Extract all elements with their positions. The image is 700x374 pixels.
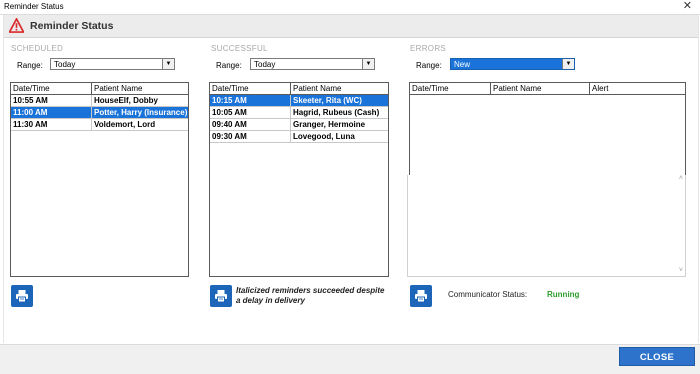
- print-successful-button[interactable]: [210, 285, 232, 307]
- column-header-datetime[interactable]: Date/Time: [13, 84, 50, 93]
- table-header: Date/Time Patient Name: [210, 83, 388, 95]
- communicator-status-label: Communicator Status:: [448, 290, 528, 299]
- window-close-icon[interactable]: ✕: [683, 0, 692, 13]
- table-row[interactable]: 11:30 AM Voldemort, Lord: [11, 119, 188, 131]
- scroll-down-icon[interactable]: ˅: [679, 267, 683, 274]
- warning-triangle-icon: [9, 18, 24, 33]
- print-scheduled-button[interactable]: [11, 285, 33, 307]
- column-header-patient[interactable]: Patient Name: [493, 84, 541, 93]
- errors-table[interactable]: Date/Time Patient Name Alert: [409, 82, 686, 176]
- scheduled-range-value: Today: [54, 60, 76, 69]
- table-row[interactable]: 09:40 AM Granger, Hermoine: [210, 119, 388, 131]
- row-time: 10:15 AM: [212, 96, 247, 105]
- row-time: 10:05 AM: [212, 108, 247, 117]
- successful-range-label: Range:: [216, 61, 242, 70]
- row-patient: Potter, Harry (Insurance): [94, 108, 188, 117]
- scheduled-range-label: Range:: [17, 61, 43, 70]
- column-header-patient[interactable]: Patient Name: [94, 84, 142, 93]
- dialog-header: Reminder Status: [4, 15, 698, 38]
- row-patient: Skeeter, Rita (WC): [293, 96, 362, 105]
- column-header-alert[interactable]: Alert: [592, 84, 608, 93]
- row-time: 09:40 AM: [212, 120, 247, 129]
- row-time: 11:30 AM: [13, 120, 48, 129]
- communicator-status-value: Running: [547, 290, 580, 299]
- table-header: Date/Time Patient Name Alert: [410, 83, 685, 95]
- printer-icon: [215, 290, 227, 303]
- scheduled-table[interactable]: Date/Time Patient Name 10:55 AM HouseElf…: [10, 82, 189, 277]
- dialog-title: Reminder Status: [30, 20, 114, 32]
- successful-range-select[interactable]: Today ▼: [250, 58, 375, 70]
- row-time: 10:55 AM: [13, 96, 48, 105]
- column-header-datetime[interactable]: Date/Time: [212, 84, 249, 93]
- chevron-down-icon[interactable]: ▼: [362, 59, 374, 69]
- column-header-datetime[interactable]: Date/Time: [412, 84, 449, 93]
- row-time: 09:30 AM: [212, 132, 247, 141]
- dialog-footer: [0, 344, 700, 374]
- errors-range-value: New: [454, 60, 471, 69]
- successful-range-value: Today: [254, 60, 276, 69]
- row-patient: HouseElf, Dobby: [94, 96, 159, 105]
- scheduled-range-select[interactable]: Today ▼: [50, 58, 175, 70]
- table-row[interactable]: 11:00 AM Potter, Harry (Insurance): [11, 107, 188, 119]
- print-errors-button[interactable]: [410, 285, 432, 307]
- window-title: Reminder Status: [4, 2, 64, 11]
- table-row[interactable]: 10:05 AM Hagrid, Rubeus (Cash): [210, 107, 388, 119]
- successful-section-title: SUCCESSFUL: [211, 44, 268, 53]
- printer-icon: [415, 290, 427, 303]
- row-patient: Voldemort, Lord: [94, 120, 156, 129]
- printer-icon: [16, 290, 28, 303]
- table-row[interactable]: 10:55 AM HouseElf, Dobby: [11, 95, 188, 107]
- errors-range-select[interactable]: New ▼: [450, 58, 575, 70]
- chevron-down-icon[interactable]: ▼: [562, 59, 574, 69]
- table-row[interactable]: 10:15 AM Skeeter, Rita (WC): [210, 95, 388, 107]
- row-patient: Hagrid, Rubeus (Cash): [293, 108, 380, 117]
- close-button[interactable]: CLOSE: [619, 347, 695, 366]
- successful-table[interactable]: Date/Time Patient Name 10:15 AM Skeeter,…: [209, 82, 389, 277]
- scroll-up-icon[interactable]: ˄: [679, 175, 683, 182]
- table-row[interactable]: 09:30 AM Lovegood, Luna: [210, 131, 388, 143]
- row-time: 11:00 AM: [13, 108, 48, 117]
- table-header: Date/Time Patient Name: [11, 83, 188, 95]
- scheduled-section-title: SCHEDULED: [11, 44, 64, 53]
- errors-range-label: Range:: [416, 61, 442, 70]
- row-patient: Lovegood, Luna: [293, 132, 355, 141]
- italic-reminders-note: Italicized reminders succeeded despite a…: [236, 286, 385, 305]
- errors-section-title: ERRORS: [410, 44, 447, 53]
- row-patient: Granger, Hermoine: [293, 120, 366, 129]
- chevron-down-icon[interactable]: ▼: [162, 59, 174, 69]
- column-header-patient[interactable]: Patient Name: [293, 84, 341, 93]
- errors-detail-panel[interactable]: ˄ ˅: [407, 175, 686, 277]
- window-titlebar: Reminder Status ✕: [0, 0, 700, 15]
